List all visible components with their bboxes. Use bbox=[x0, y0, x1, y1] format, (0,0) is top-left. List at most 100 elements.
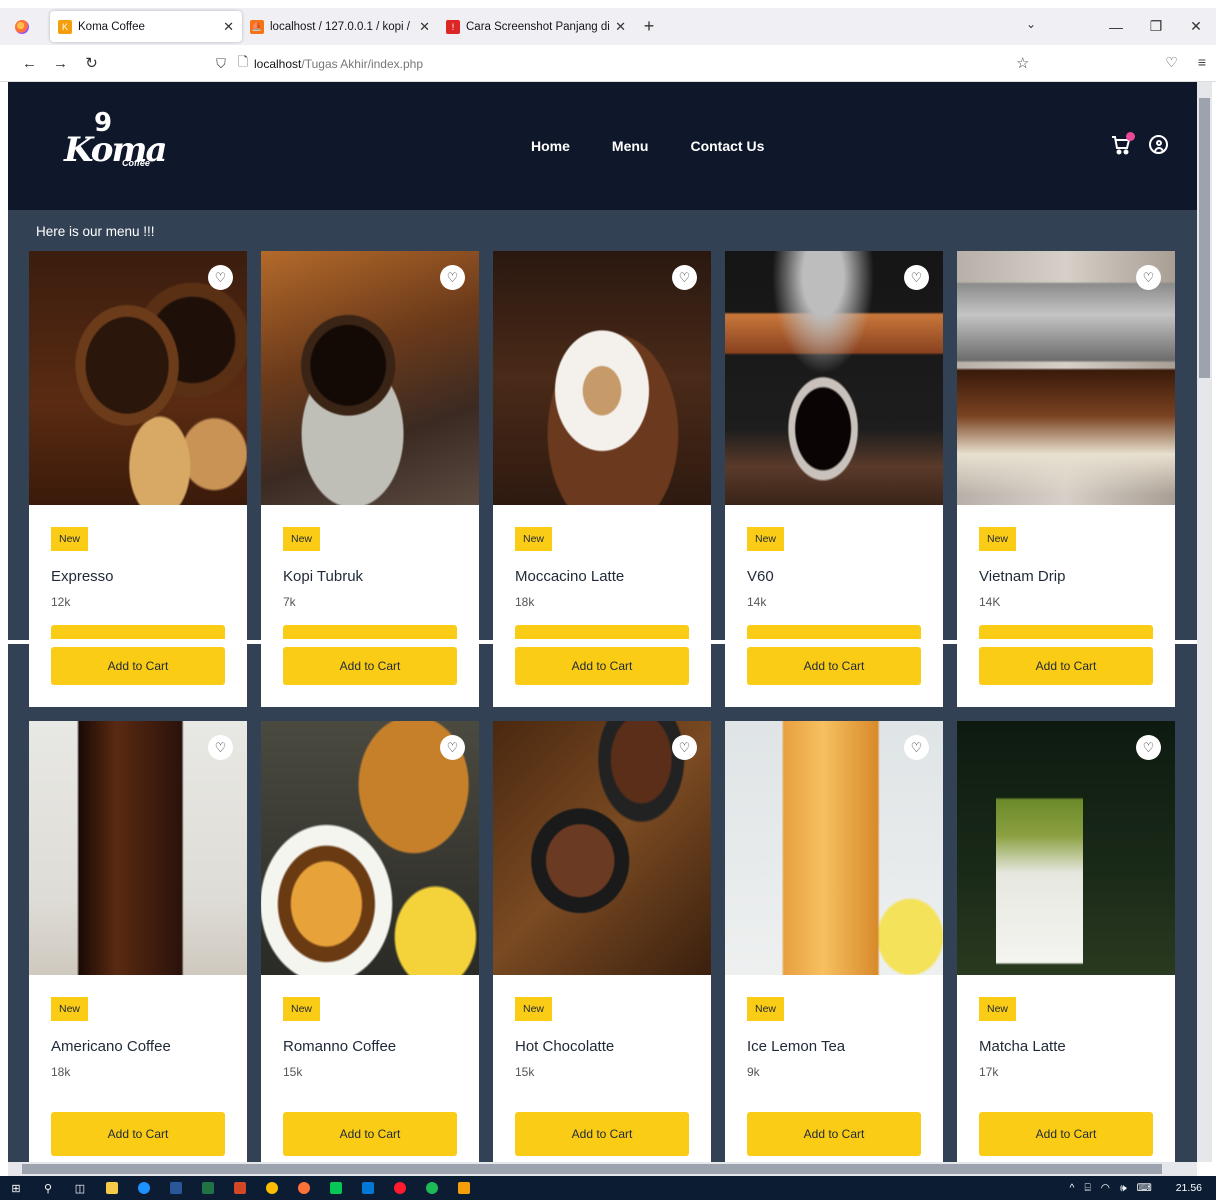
add-to-cart-button[interactable]: Add to Cart bbox=[51, 625, 225, 685]
url-text[interactable]: localhost/Tugas Akhir/index.php bbox=[254, 57, 423, 71]
wifi-icon[interactable]: ◠ bbox=[1101, 1182, 1110, 1194]
heart-icon[interactable]: ♡ bbox=[208, 265, 233, 290]
firefox-view-icon[interactable] bbox=[0, 8, 44, 45]
opera-icon[interactable] bbox=[384, 1176, 416, 1200]
tab-cara-screenshot[interactable]: ! Cara Screenshot Panjang di Lap ✕ bbox=[438, 11, 634, 42]
cart-badge-dot bbox=[1126, 132, 1135, 141]
product-image: ♡ bbox=[957, 251, 1175, 505]
close-icon[interactable]: ✕ bbox=[419, 19, 430, 35]
heart-icon[interactable]: ♡ bbox=[440, 265, 465, 290]
vscode-icon[interactable] bbox=[352, 1176, 384, 1200]
vertical-scrollbar[interactable] bbox=[1197, 82, 1212, 1162]
search-icon[interactable]: ⚲ bbox=[32, 1176, 64, 1200]
window-controls: — ❐ ✕ bbox=[1096, 8, 1216, 45]
heart-icon[interactable]: ♡ bbox=[672, 265, 697, 290]
hamburger-menu-icon[interactable]: ≡ bbox=[1198, 54, 1206, 71]
article-favicon-icon: ! bbox=[446, 19, 460, 34]
pocket-icon[interactable]: ♡ bbox=[1165, 54, 1178, 71]
close-icon[interactable]: ✕ bbox=[615, 19, 626, 35]
forward-icon[interactable]: → bbox=[45, 55, 76, 72]
product-card: ♡ New Kopi Tubruk 7k Add to Cart bbox=[261, 251, 479, 707]
heart-icon[interactable]: ♡ bbox=[440, 735, 465, 760]
heart-icon[interactable]: ♡ bbox=[1136, 265, 1161, 290]
excel-icon[interactable] bbox=[192, 1176, 224, 1200]
tab-koma-coffee[interactable]: K Koma Coffee ✕ bbox=[50, 11, 242, 42]
chevron-down-icon[interactable]: ⌄ bbox=[1026, 17, 1036, 31]
scrollbar-thumb[interactable] bbox=[1199, 98, 1210, 378]
bookmark-star-icon[interactable]: ☆ bbox=[1016, 54, 1029, 72]
spotify-icon[interactable] bbox=[416, 1176, 448, 1200]
add-to-cart-button[interactable]: Add to Cart bbox=[747, 625, 921, 685]
add-to-cart-button[interactable]: Add to Cart bbox=[515, 625, 689, 685]
scrollbar-thumb[interactable] bbox=[22, 1164, 1162, 1174]
product-price: 7k bbox=[283, 595, 296, 609]
logo-sub: Coffee bbox=[122, 158, 150, 168]
add-to-cart-button[interactable]: Add to Cart bbox=[283, 1112, 457, 1156]
add-to-cart-button[interactable]: Add to Cart bbox=[979, 1112, 1153, 1156]
chrome-icon[interactable] bbox=[256, 1176, 288, 1200]
koma-logo[interactable]: 9 Koma Coffee bbox=[64, 108, 167, 180]
product-name: Romanno Coffee bbox=[283, 1038, 397, 1055]
windows-taskbar: ⊞ ⚲ ◫ ^ ⌸ ◠ 🕪 ⌨ 21.56 bbox=[0, 1176, 1216, 1200]
heart-icon[interactable]: ♡ bbox=[904, 265, 929, 290]
product-name: Vietnam Drip bbox=[979, 568, 1066, 585]
keyboard-icon[interactable]: ⌨ bbox=[1137, 1182, 1152, 1194]
url-bar[interactable]: ⛉ 🗋 localhost/Tugas Akhir/index.php bbox=[210, 49, 1050, 78]
product-name: Moccacino Latte bbox=[515, 568, 625, 585]
add-to-cart-button[interactable]: Add to Cart bbox=[747, 1112, 921, 1156]
word-icon[interactable] bbox=[160, 1176, 192, 1200]
task-view-icon[interactable]: ◫ bbox=[64, 1176, 96, 1200]
product-name: V60 bbox=[747, 568, 774, 585]
heart-icon[interactable]: ♡ bbox=[1136, 735, 1161, 760]
nav-menu[interactable]: Menu bbox=[612, 138, 649, 154]
volume-icon[interactable]: 🕪 bbox=[1120, 1182, 1127, 1195]
heart-icon[interactable]: ♡ bbox=[208, 735, 233, 760]
cart-icon[interactable] bbox=[1111, 132, 1135, 156]
koma-app-icon[interactable] bbox=[448, 1176, 480, 1200]
file-explorer-icon[interactable] bbox=[96, 1176, 128, 1200]
nav-home[interactable]: Home bbox=[531, 138, 570, 154]
nav-contact-us[interactable]: Contact Us bbox=[690, 138, 764, 154]
add-to-cart-button[interactable]: Add to Cart bbox=[979, 625, 1153, 685]
edge-icon[interactable] bbox=[128, 1176, 160, 1200]
new-tab-button[interactable]: + bbox=[634, 16, 664, 37]
new-badge: New bbox=[51, 527, 89, 551]
phpmyadmin-favicon-icon: ⛵ bbox=[250, 19, 264, 34]
close-icon[interactable]: ✕ bbox=[223, 19, 234, 35]
firefox-icon[interactable] bbox=[288, 1176, 320, 1200]
horizontal-scrollbar[interactable] bbox=[8, 1162, 1197, 1176]
product-name: Hot Chocolatte bbox=[515, 1038, 615, 1055]
shield-icon[interactable]: ⛉ bbox=[210, 56, 232, 72]
product-name: Kopi Tubruk bbox=[283, 568, 364, 585]
windows-start-icon[interactable]: ⊞ bbox=[0, 1176, 32, 1200]
minimize-icon[interactable]: — bbox=[1096, 19, 1136, 35]
heart-icon[interactable]: ♡ bbox=[904, 735, 929, 760]
logo-text: Koma bbox=[64, 130, 167, 170]
tab-label: Cara Screenshot Panjang di Lap bbox=[466, 20, 610, 33]
product-card: ♡ New Ice Lemon Tea 9k Add to Cart bbox=[725, 721, 943, 1162]
restore-icon[interactable]: ❐ bbox=[1136, 18, 1176, 35]
product-name: Expresso bbox=[51, 568, 114, 585]
product-card: ♡ New Expresso 12k Add to Cart bbox=[29, 251, 247, 707]
product-image: ♡ bbox=[493, 251, 711, 505]
close-window-icon[interactable]: ✕ bbox=[1176, 18, 1216, 35]
back-icon[interactable]: ← bbox=[14, 55, 45, 72]
product-price: 15k bbox=[283, 1065, 303, 1079]
product-image: ♡ bbox=[957, 721, 1175, 975]
add-to-cart-button[interactable]: Add to Cart bbox=[283, 625, 457, 685]
add-to-cart-button[interactable]: Add to Cart bbox=[51, 1112, 225, 1156]
add-to-cart-button[interactable]: Add to Cart bbox=[515, 1112, 689, 1156]
user-account-icon[interactable] bbox=[1149, 135, 1168, 154]
chevron-up-icon[interactable]: ^ bbox=[1070, 1182, 1075, 1194]
reload-icon[interactable]: ↻ bbox=[76, 54, 107, 72]
clock[interactable]: 21.56 bbox=[1176, 1182, 1202, 1194]
network-icon[interactable]: ⌸ bbox=[1084, 1182, 1090, 1195]
tab-label: localhost / 127.0.0.1 / kopi / use bbox=[270, 20, 413, 33]
heart-icon[interactable]: ♡ bbox=[672, 735, 697, 760]
new-badge: New bbox=[283, 527, 321, 551]
powerpoint-icon[interactable] bbox=[224, 1176, 256, 1200]
tab-phpmyadmin[interactable]: ⛵ localhost / 127.0.0.1 / kopi / use ✕ bbox=[242, 11, 438, 42]
system-tray: ^ ⌸ ◠ 🕪 ⌨ 21.56 bbox=[1070, 1176, 1202, 1200]
line-icon[interactable] bbox=[320, 1176, 352, 1200]
browser-tab-bar: K Koma Coffee ✕ ⛵ localhost / 127.0.0.1 … bbox=[0, 8, 1216, 45]
